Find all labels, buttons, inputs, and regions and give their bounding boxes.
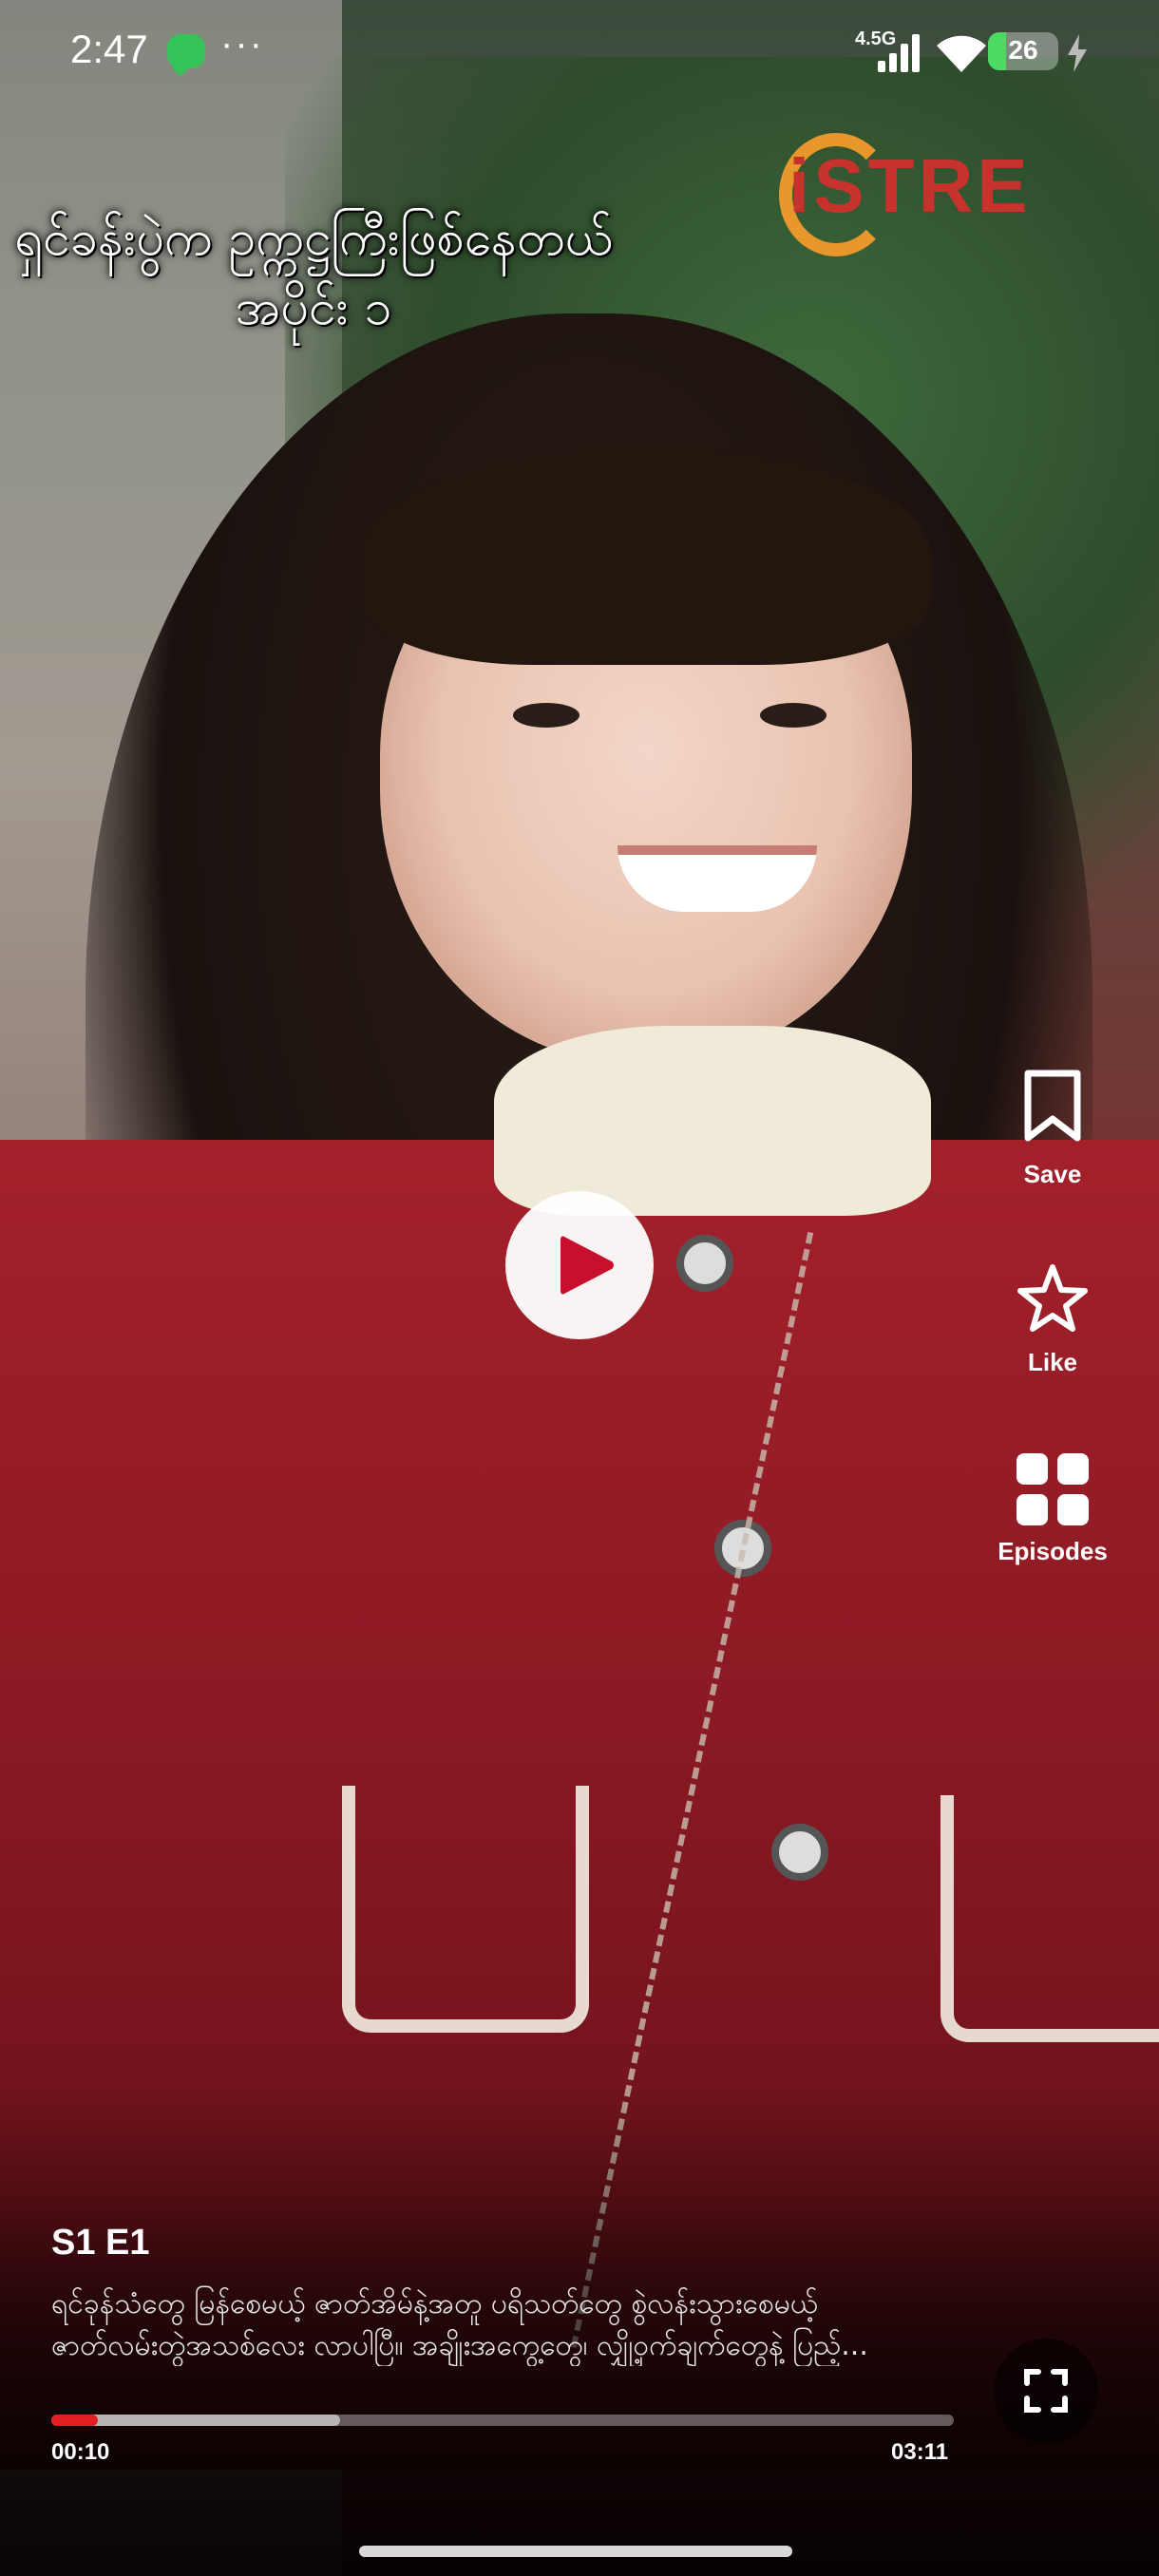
home-indicator[interactable] [359,2546,792,2557]
video-subject [771,1824,828,1881]
messages-icon [167,34,205,68]
description-line: ရင်ခုန်သံတွေ မြန်စေမယ့် ဇာတ်အိမ်နဲ့အတူ ပ… [51,2287,818,2320]
overlay-line: ရှင်ခန်းပွဲက ဥက္ကဋ္ဌကြီးဖြစ်နေတယ် [14,210,613,267]
video-subject [760,703,826,728]
description-line: ဇာတ်လမ်းတွဲအသစ်လေး လာပါပြီ။ အချိုးအကွေ့တ… [51,2328,868,2362]
channel-logo: iSTRE [788,143,1032,228]
wifi-icon [937,35,986,72]
episodes-button[interactable]: Episodes [977,1453,1129,1566]
like-label: Like [1027,1348,1078,1376]
episode-title: S1 E1 [51,2223,150,2263]
video-title-overlay: ရှင်ခန်းပွဲက ဥက္ကဋ္ဌကြီးဖြစ်နေတယ် အပိုင်… [0,204,627,343]
video-subject [676,1235,733,1292]
save-label: Save [1023,1160,1082,1188]
progress-played [51,2415,99,2426]
save-button[interactable]: Save [977,1070,1129,1189]
duration: 03:11 [891,2439,949,2465]
episode-description[interactable]: ရင်ခုန်သံတွေ မြန်စေမယ့် ဇာတ်အိမ်နဲ့အတူ ပ… [51,2283,963,2366]
signal-icon [878,34,925,72]
status-bar: 2:47 ··· 4.5G 26 [0,0,1159,104]
video-subject [342,1786,589,2033]
episodes-label: Episodes [998,1537,1108,1565]
video-subject [361,446,931,665]
overlay-line: အပိုင်း ၁ [235,278,392,336]
current-time: 00:10 [51,2439,110,2465]
video-subject [940,1795,1159,2042]
fullscreen-button[interactable] [994,2339,1098,2443]
bookmark-icon [1024,1070,1081,1142]
video-subject [513,703,580,728]
play-icon [560,1236,614,1295]
progress-bar[interactable] [51,2415,954,2426]
video-subject [494,1026,931,1216]
more-dots-icon: ··· [220,23,264,65]
status-time: 2:47 [70,27,148,71]
battery-icon: 26 [988,32,1058,70]
fullscreen-icon [1024,2369,1068,2413]
charging-icon [1068,34,1087,72]
star-icon [1017,1264,1088,1332]
play-button[interactable] [505,1191,654,1339]
battery-level: 26 [1008,35,1038,65]
like-button[interactable]: Like [977,1263,1129,1377]
grid-icon [1016,1453,1089,1525]
